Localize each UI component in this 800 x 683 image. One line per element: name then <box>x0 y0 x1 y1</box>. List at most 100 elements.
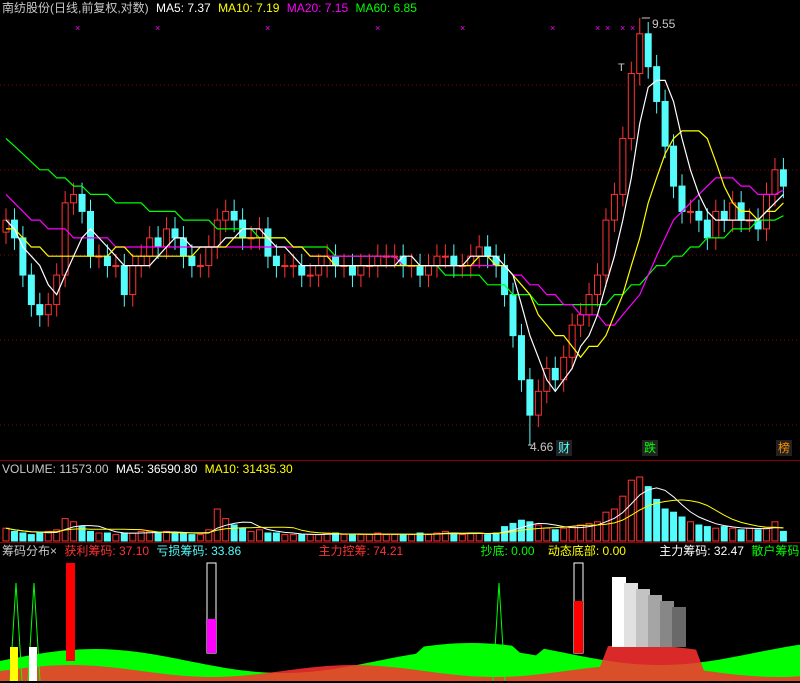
volume-bar-up <box>458 534 466 542</box>
candle-down <box>509 294 517 337</box>
ma10-line <box>6 130 784 359</box>
signal-mark: × <box>620 23 625 33</box>
chip-grey-block <box>660 601 674 647</box>
candle-down <box>484 246 492 257</box>
candle-up <box>636 33 644 74</box>
signal-mark: × <box>375 23 380 33</box>
volume-bar-up <box>196 534 204 542</box>
candle-up <box>222 210 230 221</box>
signal-mark: × <box>605 23 610 33</box>
volume-bar-down <box>154 532 162 542</box>
candle-up <box>281 265 289 268</box>
candle-down <box>272 255 280 267</box>
stock-title: 南纺股份(日线,前复权,对数) <box>2 1 149 15</box>
close-icon[interactable]: × <box>50 544 57 558</box>
candle-up <box>315 265 323 276</box>
volume-bar-down <box>779 530 787 542</box>
candle-up <box>568 324 576 358</box>
candle-up <box>213 219 221 248</box>
ma10-readout: MA10: 7.19 <box>218 1 280 15</box>
candle-down <box>450 255 458 267</box>
chip-grey-block <box>612 577 626 647</box>
candle-up <box>627 72 635 139</box>
volume-bar-down <box>484 534 492 542</box>
volume-bar-down <box>298 534 306 542</box>
candle-down <box>348 265 356 276</box>
volume-bar-up <box>340 534 348 542</box>
chip-grey-block <box>624 583 638 647</box>
signal-mark: × <box>630 23 635 33</box>
candle-up <box>289 265 297 268</box>
volume-header: VOLUME: 11573.00 MA5: 36590.80 MA10: 314… <box>2 461 297 477</box>
chip-grey-block <box>636 589 650 647</box>
candle-down <box>670 145 678 187</box>
volume-bar-up <box>686 521 694 542</box>
volume-bar-down <box>450 532 458 542</box>
volume-bar-up <box>627 479 635 542</box>
price-panel[interactable]: × × × × × × × × × × 南纺股份(日线,前复权,对数) MA5: 7.37 MA1… <box>0 0 800 460</box>
marker-bang[interactable]: 榜 <box>776 440 792 456</box>
marker-die[interactable]: 跌 <box>642 440 658 456</box>
volume-bar-down <box>670 511 678 542</box>
candle-down <box>120 265 128 296</box>
candle-up <box>577 314 585 326</box>
candle-up <box>594 274 601 296</box>
volume-bar-down <box>501 526 509 542</box>
candle-down <box>551 367 559 381</box>
ma20-readout: MA20: 7.15 <box>286 1 349 15</box>
candle-up <box>112 265 120 268</box>
candle-up <box>323 255 331 267</box>
volume-bar-down <box>703 526 711 542</box>
volume-bar-up <box>771 521 779 542</box>
volume-panel[interactable]: VOLUME: 11573.00 MA5: 36590.80 MA10: 314… <box>0 460 800 542</box>
loss-chip: 亏损筹码: 33.86 <box>156 544 242 558</box>
price-header: 南纺股份(日线,前复权,对数) MA5: 7.37 MA10: 7.19 MA2… <box>2 0 421 16</box>
candle-down <box>87 210 94 257</box>
volume-bar-down <box>239 527 247 542</box>
volume-bar-down <box>87 530 94 542</box>
candlestick-chart[interactable]: × × × × × × × × × × <box>0 0 800 460</box>
ma5-readout: MA5: 7.37 <box>156 1 211 15</box>
candle-up <box>137 255 145 267</box>
marker-cai[interactable]: 财 <box>556 440 572 456</box>
candle-up <box>441 255 449 258</box>
candle-down <box>526 379 534 416</box>
volume-bar-up <box>602 511 610 542</box>
volume-bar-down <box>492 532 500 542</box>
dynamic-bottom: 动态底部: 0.00 <box>547 544 626 558</box>
chip-panel[interactable]: 筹码分布× 获利筹码: 37.10 亏损筹码: 33.86 主力控筹: 74.2… <box>0 542 800 682</box>
candle-up <box>205 246 213 267</box>
volume-bar-down <box>399 534 407 542</box>
candle-up <box>357 265 365 276</box>
volume-bar-down <box>19 532 27 542</box>
volume-bar-up <box>112 534 120 542</box>
bottom-buy: 抄底: 0.00 <box>480 544 535 558</box>
chip-grey-block <box>672 607 686 647</box>
t-mark: T <box>618 62 625 74</box>
signal-mark: × <box>595 23 600 33</box>
candle-down <box>703 219 711 239</box>
candle-up <box>433 255 441 267</box>
volume-bar-down <box>653 498 661 542</box>
retail-chip: 散户筹码: 3 <box>751 544 800 558</box>
volume-bar-down <box>10 530 18 542</box>
signal-mark: × <box>460 23 465 33</box>
chip-distribution-chart[interactable] <box>0 543 800 683</box>
candle-down <box>501 265 509 296</box>
volume-bar-up <box>408 534 416 542</box>
volume-bar-up <box>610 508 618 542</box>
ma60-readout: MA60: 6.85 <box>355 1 417 15</box>
signal-mark: × <box>155 23 160 33</box>
volume-bar-down <box>230 524 238 542</box>
candle-up <box>70 193 78 204</box>
chip-white-bar <box>29 647 37 681</box>
volume-bar-up <box>425 534 432 542</box>
candle-down <box>154 237 162 248</box>
volume-bar-up <box>365 534 373 542</box>
volume-bar-up <box>467 532 475 542</box>
volume-bar-down <box>36 532 44 542</box>
candle-down <box>517 335 525 381</box>
volume-bar-up <box>315 534 323 542</box>
volume-bar-up <box>289 534 297 542</box>
volume-bar-up <box>382 534 390 542</box>
